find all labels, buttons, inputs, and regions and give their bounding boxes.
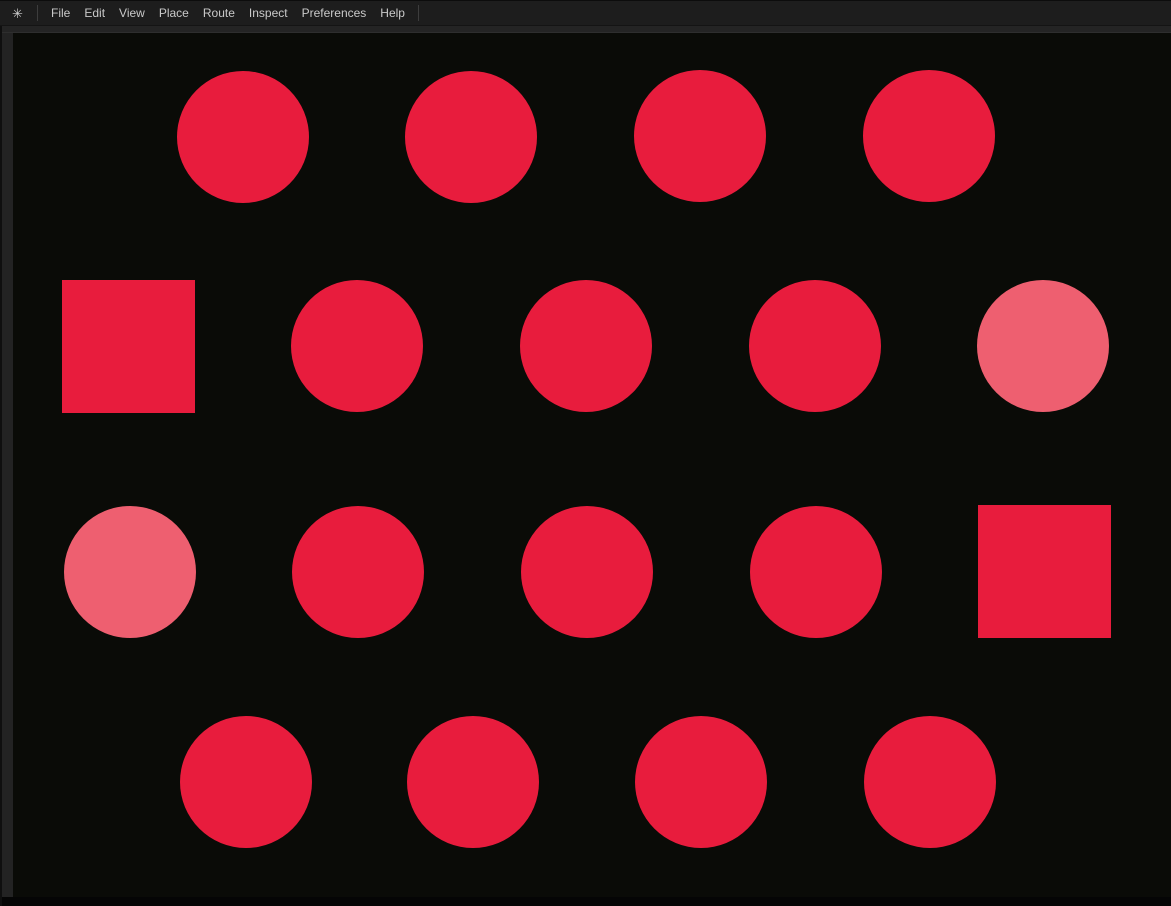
pad-circle[interactable]: [635, 716, 767, 848]
pad-circle[interactable]: [407, 716, 539, 848]
menu-item-place[interactable]: Place: [152, 1, 196, 25]
pad-circle[interactable]: [863, 70, 995, 202]
pad-circle[interactable]: [749, 280, 881, 412]
pad-square[interactable]: [62, 280, 195, 413]
pad-circle[interactable]: [977, 280, 1109, 412]
pad-circle[interactable]: [180, 716, 312, 848]
menu-bar-items: FileEditViewPlaceRouteInspectPreferences…: [44, 1, 412, 25]
menubar-separator: [418, 5, 419, 21]
menubar-separator: [37, 5, 38, 21]
pad-circle[interactable]: [177, 71, 309, 203]
menu-item-inspect[interactable]: Inspect: [242, 1, 295, 25]
menu-item-preferences[interactable]: Preferences: [295, 1, 374, 25]
window-bottom-edge: [0, 897, 1171, 906]
menu-item-edit[interactable]: Edit: [77, 1, 112, 25]
window-left-edge: [0, 0, 2, 906]
pcb-canvas[interactable]: [13, 33, 1171, 897]
menu-item-view[interactable]: View: [112, 1, 152, 25]
starburst-icon: ✳: [10, 7, 25, 20]
pad-circle[interactable]: [750, 506, 882, 638]
menu-item-route[interactable]: Route: [196, 1, 242, 25]
pad-circle[interactable]: [292, 506, 424, 638]
menu-bar: ✳ FileEditViewPlaceRouteInspectPreferenc…: [0, 0, 1171, 26]
pad-circle[interactable]: [520, 280, 652, 412]
pad-circle[interactable]: [634, 70, 766, 202]
pad-circle[interactable]: [521, 506, 653, 638]
pad-circle[interactable]: [405, 71, 537, 203]
pad-circle[interactable]: [864, 716, 996, 848]
canvas-frame: [0, 26, 1171, 33]
menu-item-file[interactable]: File: [44, 1, 77, 25]
pad-circle[interactable]: [291, 280, 423, 412]
pad-square[interactable]: [978, 505, 1111, 638]
menu-item-help[interactable]: Help: [373, 1, 412, 25]
pad-circle[interactable]: [64, 506, 196, 638]
